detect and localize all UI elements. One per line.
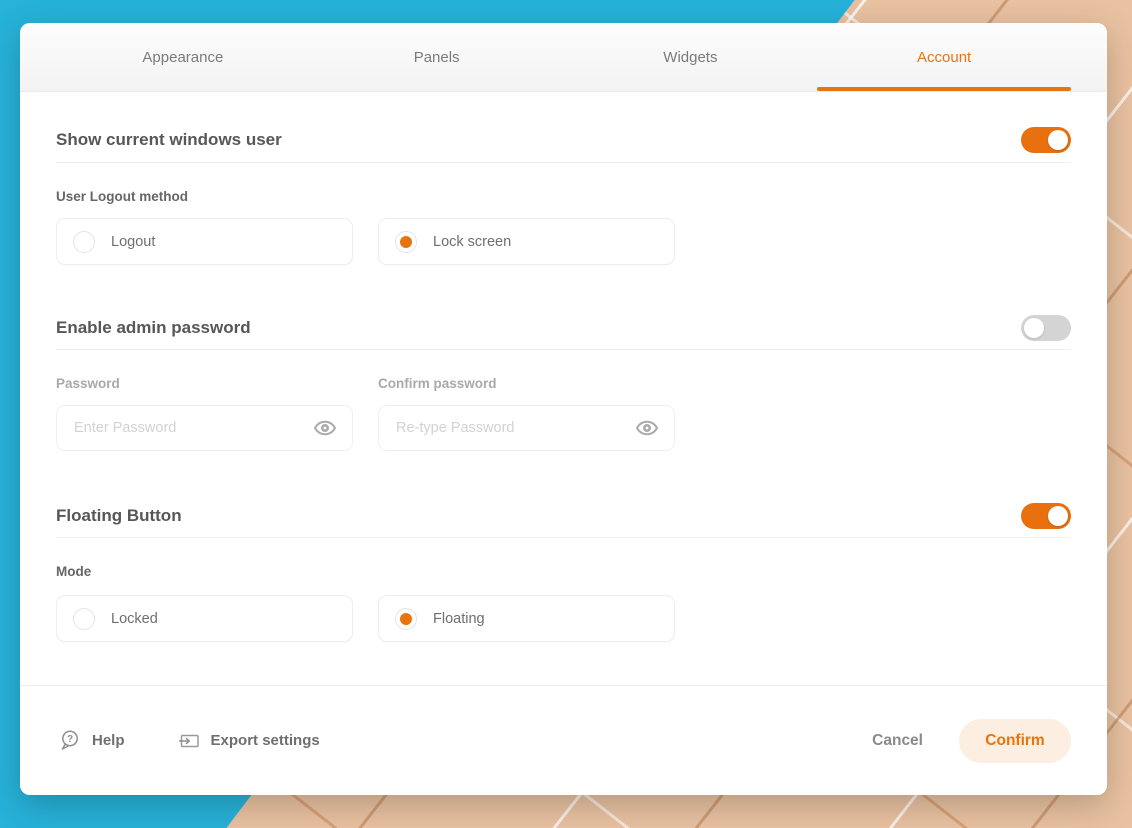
- radio-label: Floating: [433, 611, 485, 627]
- radio-circle-icon: [73, 231, 95, 253]
- toggle-knob: [1048, 506, 1068, 526]
- toggle-knob: [1048, 130, 1068, 150]
- section-admin-password: Enable admin password: [56, 314, 1071, 342]
- confirm-password-input[interactable]: [394, 419, 635, 437]
- floating-button-toggle[interactable]: [1021, 503, 1071, 529]
- divider: [56, 349, 1071, 350]
- show-password-eye-icon[interactable]: [313, 416, 337, 440]
- radio-card-logout[interactable]: Logout: [56, 218, 353, 265]
- password-field: [56, 405, 353, 451]
- tab-panels-label: Panels: [414, 49, 460, 66]
- password-input[interactable]: [72, 419, 313, 437]
- confirm-password-field: [378, 405, 675, 451]
- radio-card-locked[interactable]: Locked: [56, 595, 353, 642]
- active-tab-underline: [817, 87, 1071, 91]
- section-title: Floating Button: [56, 506, 182, 526]
- radio-label: Lock screen: [433, 234, 511, 250]
- confirm-button[interactable]: Confirm: [959, 719, 1071, 763]
- confirm-password-field-label: Confirm password: [378, 376, 675, 394]
- export-tray-icon: [177, 729, 201, 753]
- settings-dialog: Appearance Panels Widgets Account Show c…: [20, 23, 1107, 795]
- account-settings-panel: Show current windows user User Logout me…: [20, 92, 1107, 685]
- tab-account-label: Account: [917, 49, 971, 66]
- settings-tabbar: Appearance Panels Widgets Account: [20, 23, 1107, 92]
- radio-circle-icon: [73, 608, 95, 630]
- radio-circle-icon: [395, 608, 417, 630]
- radio-label: Logout: [111, 234, 155, 250]
- export-settings-label: Export settings: [211, 732, 320, 749]
- mode-label: Mode: [56, 564, 1071, 582]
- svg-text:?: ?: [67, 734, 73, 745]
- tab-appearance[interactable]: Appearance: [56, 23, 310, 91]
- section-title: Show current windows user: [56, 130, 282, 150]
- help-label: Help: [92, 732, 125, 749]
- show-windows-user-toggle[interactable]: [1021, 127, 1071, 153]
- tab-widgets-label: Widgets: [663, 49, 717, 66]
- help-button[interactable]: ? Help: [56, 728, 125, 753]
- tab-widgets[interactable]: Widgets: [564, 23, 818, 91]
- section-title: Enable admin password: [56, 318, 251, 338]
- divider: [56, 162, 1071, 163]
- radio-card-floating[interactable]: Floating: [378, 595, 675, 642]
- section-floating-button: Floating Button: [56, 502, 1071, 530]
- toggle-knob: [1024, 318, 1044, 338]
- tab-account[interactable]: Account: [817, 23, 1071, 91]
- cancel-button[interactable]: Cancel: [872, 732, 923, 750]
- confirm-button-label: Confirm: [985, 732, 1044, 750]
- show-password-eye-icon[interactable]: [635, 416, 659, 440]
- tab-panels[interactable]: Panels: [310, 23, 564, 91]
- dialog-footer: ? Help Export settings Cancel Confirm: [20, 685, 1107, 795]
- radio-circle-icon: [395, 231, 417, 253]
- export-settings-button[interactable]: Export settings: [177, 729, 320, 753]
- password-field-label: Password: [56, 376, 353, 394]
- section-windows-user: Show current windows user: [56, 126, 1071, 154]
- radio-label: Locked: [111, 611, 158, 627]
- logout-method-label: User Logout method: [56, 189, 1071, 207]
- tab-appearance-label: Appearance: [142, 49, 223, 66]
- enable-admin-password-toggle[interactable]: [1021, 315, 1071, 341]
- help-speech-bubble-icon: ?: [56, 728, 82, 753]
- divider: [56, 537, 1071, 538]
- radio-card-lock-screen[interactable]: Lock screen: [378, 218, 675, 265]
